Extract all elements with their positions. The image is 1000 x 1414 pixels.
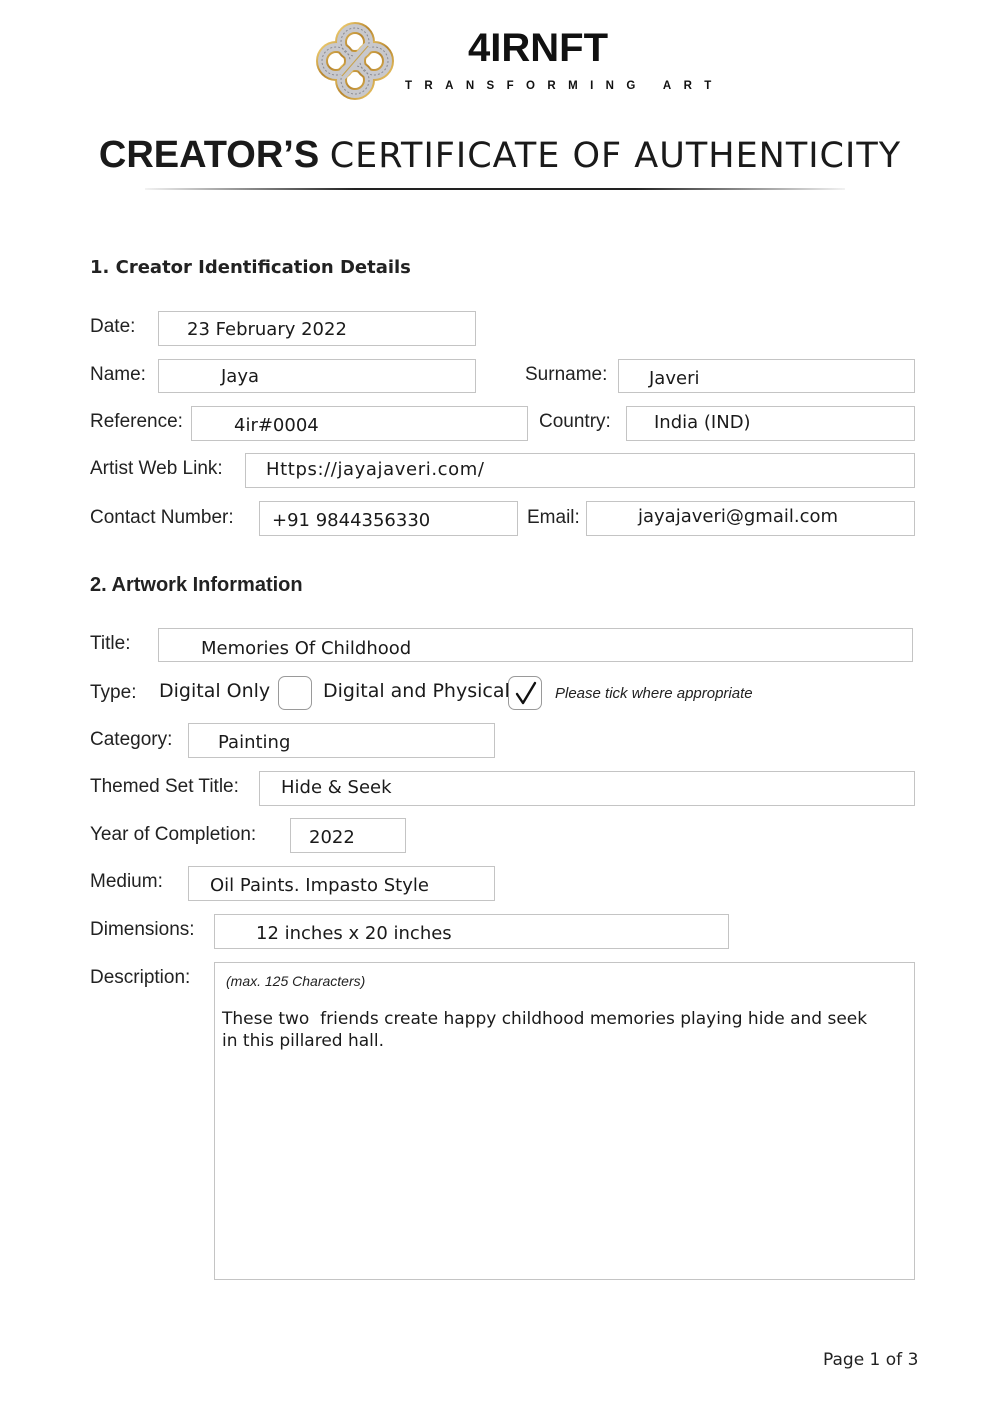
surname-label: Surname: — [525, 364, 608, 385]
page-title-rest: CERTIFICATE OF AUTHENTICITY — [329, 136, 902, 176]
type-label: Type: — [90, 682, 137, 703]
web-link-value: Https://jayajaveri.com/ — [266, 459, 485, 480]
title-value: Memories Of Childhood — [201, 638, 412, 659]
checkmark-icon — [515, 681, 537, 705]
date-field[interactable]: 23 February 2022 — [158, 311, 476, 346]
medium-label: Medium: — [90, 871, 163, 892]
description-label: Description: — [90, 967, 191, 988]
title-label: Title: — [90, 633, 131, 654]
themed-set-title-label: Themed Set Title: — [90, 776, 239, 797]
brand-logo-icon — [316, 22, 394, 100]
medium-field[interactable]: Oil Paints. Impasto Style — [188, 866, 495, 901]
section-heading-creator: 1. Creator Identification Details — [90, 257, 411, 278]
reference-label: Reference: — [90, 411, 183, 432]
country-value: India (IND) — [654, 412, 751, 433]
page-indicator: Page 1 of 3 — [823, 1350, 919, 1370]
description-field[interactable]: (max. 125 Characters) These two friends … — [214, 962, 915, 1280]
reference-value: 4ir#0004 — [234, 415, 319, 436]
contact-number-label: Contact Number: — [90, 507, 234, 528]
dimensions-field[interactable]: 12 inches x 20 inches — [214, 914, 729, 949]
dimensions-label: Dimensions: — [90, 919, 195, 940]
dimensions-value: 12 inches x 20 inches — [256, 923, 452, 944]
email-label: Email: — [527, 507, 580, 528]
date-label: Date: — [90, 316, 136, 337]
medium-value: Oil Paints. Impasto Style — [210, 875, 429, 896]
name-field[interactable]: Jaya — [158, 359, 476, 393]
web-link-label: Artist Web Link: — [90, 458, 223, 479]
title-divider — [145, 188, 845, 190]
category-label: Category: — [90, 729, 173, 750]
name-value: Jaya — [221, 366, 260, 387]
email-field[interactable]: jayajaveri@gmail.com — [586, 501, 915, 536]
category-field[interactable]: Painting — [188, 723, 495, 758]
surname-field[interactable]: Javeri — [618, 359, 915, 393]
country-label: Country: — [539, 411, 611, 432]
reference-field[interactable]: 4ir#0004 — [191, 406, 528, 441]
page-title-bold: CREATOR’S — [98, 134, 320, 176]
page-title: CREATOR’S CERTIFICATE OF AUTHENTICITY — [0, 136, 1000, 174]
themed-set-title-field[interactable]: Hide & Seek — [259, 771, 915, 806]
title-field[interactable]: Memories Of Childhood — [158, 628, 913, 662]
country-field[interactable]: India (IND) — [626, 406, 915, 441]
year-of-completion-label: Year of Completion: — [90, 824, 257, 845]
date-value: 23 February 2022 — [187, 319, 347, 340]
digital-physical-checkbox[interactable] — [508, 676, 542, 710]
email-value: jayajaveri@gmail.com — [638, 506, 839, 527]
type-option-digital-only-label: Digital Only — [159, 680, 271, 702]
contact-number-field[interactable]: +91 9844356330 — [259, 501, 518, 536]
type-option-digital-physical-label: Digital and Physical — [323, 680, 510, 702]
section-heading-artwork: 2. Artwork Information — [90, 574, 303, 596]
web-link-field[interactable]: Https://jayajaveri.com/ — [245, 453, 915, 488]
year-of-completion-value: 2022 — [309, 827, 355, 848]
brand-tagline: TRANSFORMING ART — [405, 80, 724, 92]
brand-name: 4IRNFT — [468, 26, 608, 70]
category-value: Painting — [218, 732, 291, 753]
year-of-completion-field[interactable]: 2022 — [290, 818, 406, 853]
digital-only-checkbox[interactable] — [278, 676, 312, 710]
name-label: Name: — [90, 364, 146, 385]
themed-set-title-value: Hide & Seek — [281, 777, 392, 798]
surname-value: Javeri — [649, 368, 700, 389]
description-value: These two friends create happy childhood… — [222, 1009, 873, 1051]
type-hint: Please tick where appropriate — [555, 685, 753, 702]
contact-number-value: +91 9844356330 — [272, 510, 431, 531]
description-limit-note: (max. 125 Characters) — [226, 973, 366, 989]
